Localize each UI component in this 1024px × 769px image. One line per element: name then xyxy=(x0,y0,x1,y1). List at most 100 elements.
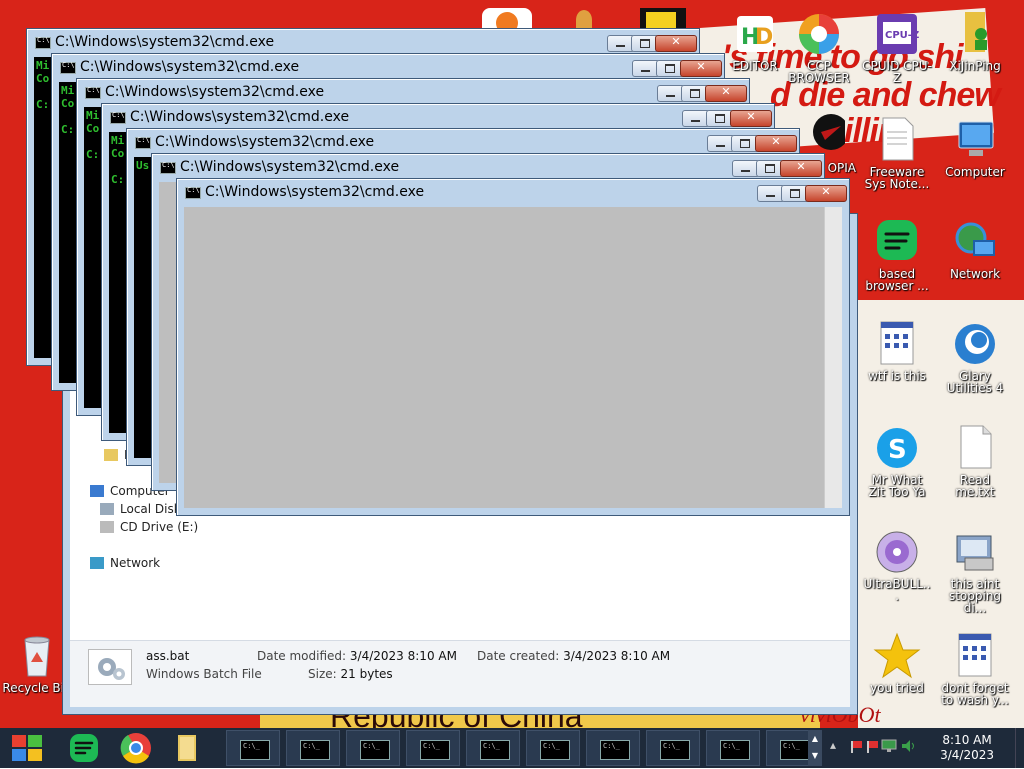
network-status-icon[interactable] xyxy=(880,738,898,757)
nav-item-local-disk[interactable]: Local Disk xyxy=(100,502,181,516)
clock-time: 8:10 AM xyxy=(942,733,992,747)
desktop-icon-this-aint-stopping[interactable]: this aint stopping di... xyxy=(940,528,1010,614)
scrollbar[interactable] xyxy=(824,207,842,508)
show-hidden-icons[interactable]: ▴ xyxy=(830,738,836,752)
cmd-icon xyxy=(35,36,51,49)
volume-icon[interactable] xyxy=(900,738,918,757)
spotify-like-icon xyxy=(70,734,98,762)
cmd-icon xyxy=(240,740,270,760)
desktop-icon-computer[interactable]: Computer xyxy=(940,116,1010,178)
nav-item-cd-drive[interactable]: CD Drive (E:) xyxy=(100,520,198,534)
folder-user-icon xyxy=(951,10,999,58)
grid-file-icon xyxy=(873,320,921,368)
desktop-icon-network[interactable]: Network xyxy=(940,218,1010,280)
desktop-icon-ccp-browser[interactable]: CCP BROWSER xyxy=(784,10,854,84)
details-filetype: Windows Batch File xyxy=(146,667,262,681)
close-button[interactable] xyxy=(805,185,847,202)
desktop: 's time to go shi d die and chew illin R… xyxy=(0,0,1024,728)
taskbar-based-browser[interactable] xyxy=(58,730,112,766)
taskbar-cmd-button[interactable] xyxy=(646,730,700,766)
desktop-icon-glary-utilities[interactable]: Glary Utilities 4 xyxy=(940,320,1010,394)
network-icon xyxy=(951,218,999,266)
batch-file-icon xyxy=(88,649,132,685)
cmd-icon xyxy=(480,740,510,760)
taskbar-cmd-button[interactable] xyxy=(706,730,760,766)
details-pane: ass.bat Windows Batch File Date modified… xyxy=(70,640,850,707)
title-bar[interactable]: C:\Windows\system32\cmd.exe xyxy=(177,179,849,207)
start-button[interactable] xyxy=(8,731,48,765)
svg-text:D: D xyxy=(755,25,773,50)
cmd-window-7[interactable]: C:\Windows\system32\cmd.exe xyxy=(176,178,850,516)
console-area[interactable] xyxy=(184,207,842,508)
taskbar-cmd-button[interactable] xyxy=(586,730,640,766)
glary-icon xyxy=(951,320,999,368)
taskbar-cmd-button[interactable] xyxy=(406,730,460,766)
chrome-icon xyxy=(120,733,151,764)
chevron-up-icon: ▲ xyxy=(811,734,819,743)
browser-icon xyxy=(795,10,843,58)
details-filename: ass.bat xyxy=(146,649,190,663)
cmd-icon xyxy=(160,161,176,174)
clock-date: 3/4/2023 xyxy=(940,748,994,762)
taskbar: ▲ ▼ ▴ 8:10 AM 3/4/2023 xyxy=(0,728,1024,768)
details-size: Size: 21 bytes xyxy=(308,667,393,681)
cmd-icon xyxy=(720,740,750,760)
windows-logo-icon xyxy=(12,735,42,761)
close-button[interactable] xyxy=(705,85,747,102)
network-icon xyxy=(90,557,104,569)
recycle-bin-icon xyxy=(13,632,61,680)
nav-item-network[interactable]: Network xyxy=(90,556,160,570)
hex-editor-icon: HD xyxy=(731,10,779,58)
desktop-icon-ultrabull[interactable]: UltraBULL... xyxy=(862,528,932,602)
desktop-icon-editor[interactable]: HD EDITOR xyxy=(720,10,790,72)
cmd-icon xyxy=(660,740,690,760)
taskbar-file-explorer[interactable] xyxy=(162,730,216,766)
taskbar-scroll-arrows[interactable]: ▲ ▼ xyxy=(808,730,822,766)
flag-icon[interactable] xyxy=(850,740,862,753)
close-button[interactable] xyxy=(780,160,822,177)
flag-icon-2[interactable] xyxy=(866,740,878,753)
close-button[interactable] xyxy=(755,135,797,152)
taskbar-chrome[interactable] xyxy=(110,730,164,766)
details-modified: Date modified: 3/4/2023 8:10 AM xyxy=(257,649,457,663)
cmd-icon xyxy=(185,186,201,199)
desktop-icon-you-tried[interactable]: you tried xyxy=(862,632,932,694)
skype-icon: S xyxy=(873,424,921,472)
desktop-icon-mr-what-zit[interactable]: S Mr What Zit Too Ya xyxy=(862,424,932,498)
desktop-icon-dont-forget[interactable]: dont forget to wash y... xyxy=(940,632,1010,706)
close-button[interactable] xyxy=(730,110,772,127)
cd-drive-icon xyxy=(100,521,114,533)
taskbar-cmd-button[interactable] xyxy=(526,730,580,766)
hard-disk-icon xyxy=(100,503,114,515)
document-icon xyxy=(873,116,921,164)
cmd-icon xyxy=(420,740,450,760)
cmd-icon xyxy=(60,61,76,74)
grid-file-icon xyxy=(951,632,999,680)
taskbar-cmd-button[interactable] xyxy=(286,730,340,766)
folder-icon xyxy=(178,735,196,761)
close-button[interactable] xyxy=(680,60,722,77)
computer-icon xyxy=(951,116,999,164)
disc-icon xyxy=(873,528,921,576)
chevron-down-icon: ▼ xyxy=(811,751,819,760)
desktop-icon-xijinping[interactable]: XiJinPing xyxy=(940,10,1010,72)
desktop-icon-read-me[interactable]: Read me.txt xyxy=(940,424,1010,498)
spotify-like-icon xyxy=(873,218,921,266)
close-button[interactable] xyxy=(655,35,697,52)
show-desktop-button[interactable] xyxy=(1015,728,1024,768)
cmd-icon xyxy=(110,111,126,124)
svg-text:CPU-Z: CPU-Z xyxy=(885,30,919,41)
desktop-icon-wtf-is-this[interactable]: wtf is this xyxy=(862,320,932,382)
desktop-icon-based-browser[interactable]: based browser ... xyxy=(862,218,932,292)
computer-icon xyxy=(90,485,104,497)
taskbar-cmd-button[interactable] xyxy=(226,730,280,766)
system-clock[interactable]: 8:10 AM 3/4/2023 xyxy=(940,733,994,763)
desktop-icon-cpuz[interactable]: CPU-Z CPUID CPU-Z xyxy=(862,10,932,84)
taskbar-cmd-button[interactable] xyxy=(466,730,520,766)
taskbar-cmd-button[interactable] xyxy=(346,730,400,766)
cmd-icon xyxy=(540,740,570,760)
cmd-icon xyxy=(780,740,810,760)
text-file-icon xyxy=(951,424,999,472)
desktop-icon-freeware-sys-note[interactable]: Freeware Sys Note... xyxy=(862,116,932,190)
folder-icon xyxy=(104,449,118,461)
